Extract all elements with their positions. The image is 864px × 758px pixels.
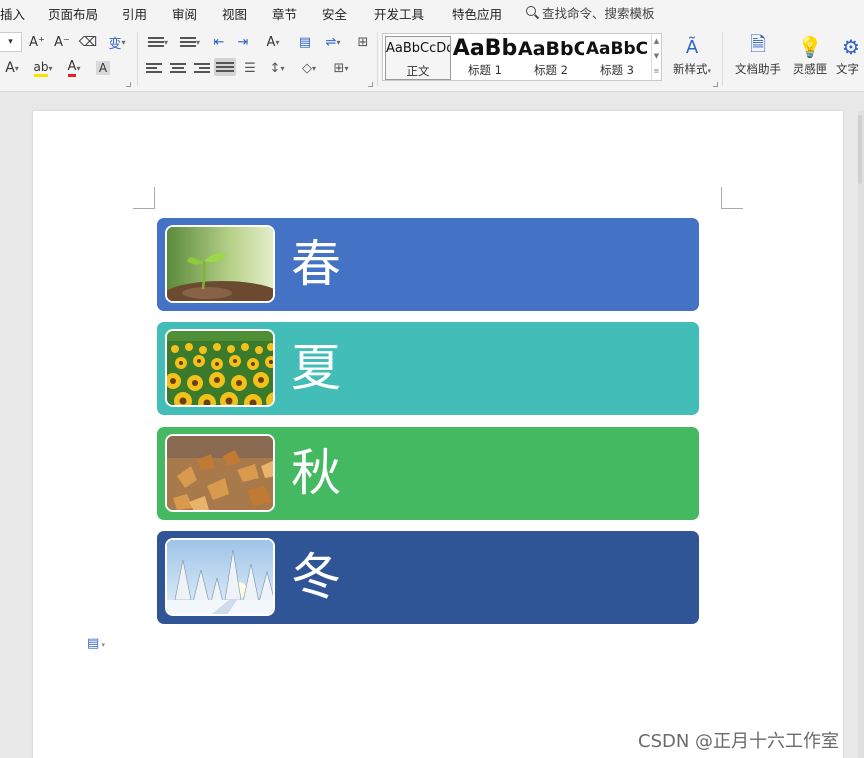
season-label: 冬 [291, 548, 341, 606]
season-bar-spring[interactable]: 春 [157, 218, 699, 311]
text-layout-icon[interactable]: ▤ [295, 32, 315, 52]
style-heading-3[interactable]: AaBbC 标题 3 [584, 36, 650, 80]
character-shading-icon[interactable]: A [94, 58, 112, 78]
paste-options-icon[interactable]: ▤ ▾ [87, 636, 105, 651]
vertical-scrollbar[interactable] [858, 111, 864, 758]
phonetic-guide-glyph: 变 [108, 36, 122, 52]
style-sample: AaBbCcDd [386, 41, 450, 56]
font-group-expander-icon[interactable] [126, 82, 131, 87]
sprout-photo [165, 225, 275, 303]
align-left-icon[interactable] [144, 58, 164, 78]
justify-icon[interactable] [213, 57, 237, 77]
inspiration-label: 灵感匣 [792, 62, 828, 76]
menu-view[interactable]: 视图 [222, 4, 247, 23]
menu-insert[interactable]: 插入 [0, 4, 25, 23]
ribbon-divider [137, 32, 138, 86]
style-sample: AaBbC [585, 39, 649, 59]
table-border-icon[interactable]: ⊞ [353, 32, 373, 52]
menu-bar: 插入 页面布局 引用 审阅 视图 章节 安全 开发工具 特色应用 查找命令、搜索… [0, 0, 864, 26]
style-group-expander-icon[interactable] [713, 82, 718, 87]
season-bar-winter[interactable]: 冬 [157, 531, 699, 624]
change-case-icon[interactable]: A ▾ [259, 32, 287, 52]
style-name: 标题 2 [534, 63, 568, 77]
borders-icon[interactable]: ⊞ ▾ [328, 58, 354, 78]
menu-chapter[interactable]: 章节 [272, 4, 297, 23]
sunflower-field-photo [165, 329, 275, 407]
text-tool-button[interactable]: ⚙ 文字 [836, 33, 864, 77]
menu-review[interactable]: 审阅 [172, 4, 197, 23]
numbered-list-icon[interactable]: ▾ [176, 32, 204, 52]
margin-corner-mark [721, 187, 743, 209]
text-effect-icon[interactable]: A ▾ [0, 58, 24, 78]
style-name: 标题 1 [468, 63, 502, 77]
paragraph-shading-icon[interactable]: ◇ ▾ [296, 58, 322, 78]
decrease-indent-icon[interactable]: ⇤ [209, 32, 229, 52]
inspiration-button[interactable]: 💡 灵感匣 [789, 33, 831, 77]
text-tool-icon: ⚙ [842, 35, 860, 59]
bullet-list-icon[interactable]: ▾ [144, 32, 172, 52]
snowy-forest-photo [165, 538, 275, 616]
new-style-icon: Ã [685, 36, 699, 58]
style-name: 标题 3 [600, 63, 634, 77]
season-label: 春 [291, 235, 341, 293]
watermark: CSDN @正月十六工作室 [638, 731, 840, 752]
menu-security[interactable]: 安全 [322, 4, 347, 23]
menu-references[interactable]: 引用 [122, 4, 147, 23]
menu-developer-tools[interactable]: 开发工具 [374, 4, 424, 23]
document-assistant-icon: 🗎 [749, 32, 767, 56]
season-label: 夏 [291, 339, 341, 397]
season-label: 秋 [291, 444, 341, 502]
grow-font-icon[interactable]: A⁺ [27, 32, 47, 52]
increase-indent-icon[interactable]: ⇥ [233, 32, 253, 52]
align-center-icon[interactable] [168, 58, 188, 78]
menu-page-layout[interactable]: 页面布局 [48, 4, 98, 23]
command-search-placeholder: 查找命令、搜索模板 [542, 6, 655, 21]
style-name: 正文 [406, 64, 430, 78]
style-gallery: AaBbCcDd 正文 AaBb 标题 1 AaBbC 标题 2 AaBbC 标… [382, 33, 662, 81]
margin-corner-mark [133, 187, 155, 209]
phonetic-guide-icon[interactable]: 变 ▾ [104, 32, 130, 52]
season-bar-summer[interactable]: 夏 [157, 322, 699, 415]
shrink-font-icon[interactable]: A⁻ [52, 32, 72, 52]
align-right-icon[interactable] [192, 58, 212, 78]
line-spacing-icon[interactable]: ↕ ▾ [264, 58, 290, 78]
ribbon-divider [722, 32, 723, 86]
ribbon-divider [377, 32, 378, 86]
style-heading-1[interactable]: AaBb 标题 1 [452, 36, 518, 80]
new-style-label: 新样式 [672, 62, 708, 76]
search-icon [526, 6, 539, 19]
gallery-scroll[interactable]: ▲ ▼ ≡ [651, 34, 661, 80]
season-bar-autumn[interactable]: 秋 [157, 427, 699, 520]
autumn-leaves-photo [165, 434, 275, 512]
text-tool-label: 文字 [836, 62, 859, 76]
command-search[interactable]: 查找命令、搜索模板 [526, 3, 655, 22]
style-sample: AaBbC [518, 38, 584, 60]
lightbulb-icon: 💡 [797, 35, 823, 59]
paragraph-spacing-icon[interactable]: ⇌ ▾ [320, 32, 346, 52]
doc-assistant-label: 文档助手 [735, 62, 781, 76]
paragraph-group-expander-icon[interactable] [368, 82, 373, 87]
style-normal[interactable]: AaBbCcDd 正文 [385, 36, 451, 80]
style-heading-2[interactable]: AaBbC 标题 2 [518, 36, 584, 80]
font-size-dropdown[interactable]: ▾ [0, 32, 22, 52]
highlight-color-icon[interactable]: ab ▾ [30, 58, 56, 78]
style-sample: AaBb [452, 36, 518, 61]
new-style-button[interactable]: Ã 新样式▾ [667, 33, 717, 77]
font-color-icon[interactable]: A ▾ [62, 58, 86, 78]
doc-assistant-button[interactable]: 🗎 文档助手 [732, 32, 784, 77]
clear-format-icon[interactable]: ⌫ [78, 32, 98, 52]
menu-special-apps[interactable]: 特色应用 [452, 4, 502, 23]
side-panel-tab[interactable] [858, 134, 862, 184]
distributed-align-icon[interactable]: ☰ [240, 58, 260, 78]
